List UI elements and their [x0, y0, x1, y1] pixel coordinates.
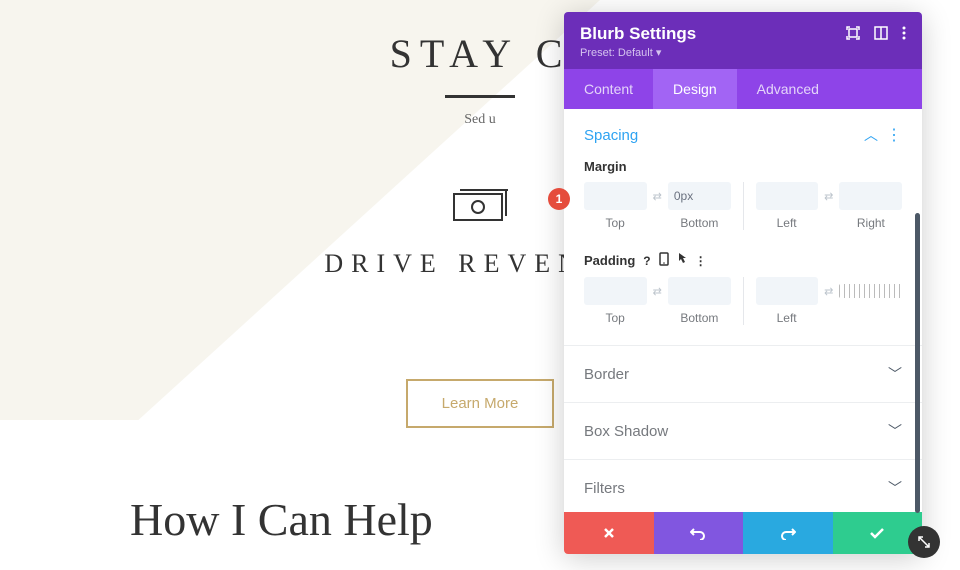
chevron-up-icon: ︿ — [864, 125, 878, 145]
accordion-box-shadow[interactable]: Box Shadow ﹀ — [564, 407, 922, 455]
margin-right-input[interactable] — [839, 182, 902, 210]
help-icon[interactable]: ? — [643, 254, 650, 268]
panel-scrollbar[interactable] — [915, 213, 920, 513]
section-more-icon[interactable]: ⋮ — [886, 125, 902, 145]
tab-design[interactable]: Design — [653, 69, 737, 109]
expand-icon[interactable] — [846, 26, 860, 45]
margin-top-label: Top — [584, 216, 646, 230]
padding-bottom-input[interactable] — [668, 277, 731, 305]
panel-body: Spacing ︿ ⋮ Margin ⇄ Top — [564, 109, 922, 512]
hover-icon[interactable] — [677, 252, 687, 269]
margin-top-input[interactable] — [584, 182, 647, 210]
padding-right-label — [840, 311, 902, 325]
annotation-callout-1: 1 — [548, 188, 570, 210]
padding-group: Padding ? ⋮ ⇄ Top — [564, 246, 922, 341]
field-divider — [743, 277, 744, 325]
link-icon[interactable]: ⇄ — [651, 285, 664, 298]
chevron-down-icon: ﹀ — [888, 421, 902, 441]
cancel-button[interactable] — [564, 512, 654, 554]
margin-left-input[interactable] — [756, 182, 819, 210]
link-icon[interactable]: ⇄ — [651, 190, 664, 203]
padding-label: Padding ? ⋮ — [584, 252, 902, 269]
accordion-title: Spacing — [584, 127, 638, 144]
padding-bottom-label: Bottom — [668, 311, 730, 325]
hero-divider — [445, 95, 515, 98]
margin-label: Margin — [584, 159, 902, 174]
margin-bottom-label: Bottom — [668, 216, 730, 230]
undo-button[interactable] — [654, 512, 744, 554]
margin-right-label: Right — [840, 216, 902, 230]
link-icon[interactable]: ⇄ — [822, 190, 835, 203]
padding-left-input[interactable] — [756, 277, 819, 305]
redo-button[interactable] — [743, 512, 833, 554]
separator — [564, 402, 922, 403]
accordion-border[interactable]: Border ﹀ — [564, 350, 922, 398]
link-icon[interactable]: ⇄ — [822, 285, 835, 298]
margin-group: Margin ⇄ Top Bottom — [564, 153, 922, 246]
chevron-down-icon: ﹀ — [888, 478, 902, 498]
margin-bottom-input[interactable] — [668, 182, 731, 210]
preset-dropdown[interactable]: Preset: Default ▾ — [580, 46, 696, 59]
panel-tabs: Content Design Advanced — [564, 69, 922, 109]
padding-top-label: Top — [584, 311, 646, 325]
snap-icon[interactable] — [874, 26, 888, 45]
more-icon[interactable] — [902, 26, 906, 45]
separator — [564, 345, 922, 346]
padding-left-label: Left — [756, 311, 818, 325]
settings-panel: Blurb Settings Preset: Default ▾ Content… — [564, 12, 922, 554]
accordion-spacing[interactable]: Spacing ︿ ⋮ — [564, 109, 922, 153]
panel-title: Blurb Settings — [580, 24, 696, 44]
learn-more-button[interactable]: Learn More — [406, 379, 555, 428]
tab-content[interactable]: Content — [564, 69, 653, 109]
padding-right-slider[interactable] — [839, 284, 902, 298]
more-options-icon[interactable]: ⋮ — [695, 254, 707, 268]
panel-header[interactable]: Blurb Settings Preset: Default ▾ — [564, 12, 922, 69]
responsive-icon[interactable] — [659, 252, 669, 269]
panel-footer — [564, 512, 922, 554]
tab-advanced[interactable]: Advanced — [737, 69, 839, 109]
field-divider — [743, 182, 744, 230]
padding-top-input[interactable] — [584, 277, 647, 305]
margin-left-label: Left — [756, 216, 818, 230]
chevron-down-icon: ﹀ — [888, 364, 902, 384]
separator — [564, 459, 922, 460]
accordion-filters[interactable]: Filters ﹀ — [564, 464, 922, 512]
resize-handle[interactable] — [908, 526, 940, 558]
